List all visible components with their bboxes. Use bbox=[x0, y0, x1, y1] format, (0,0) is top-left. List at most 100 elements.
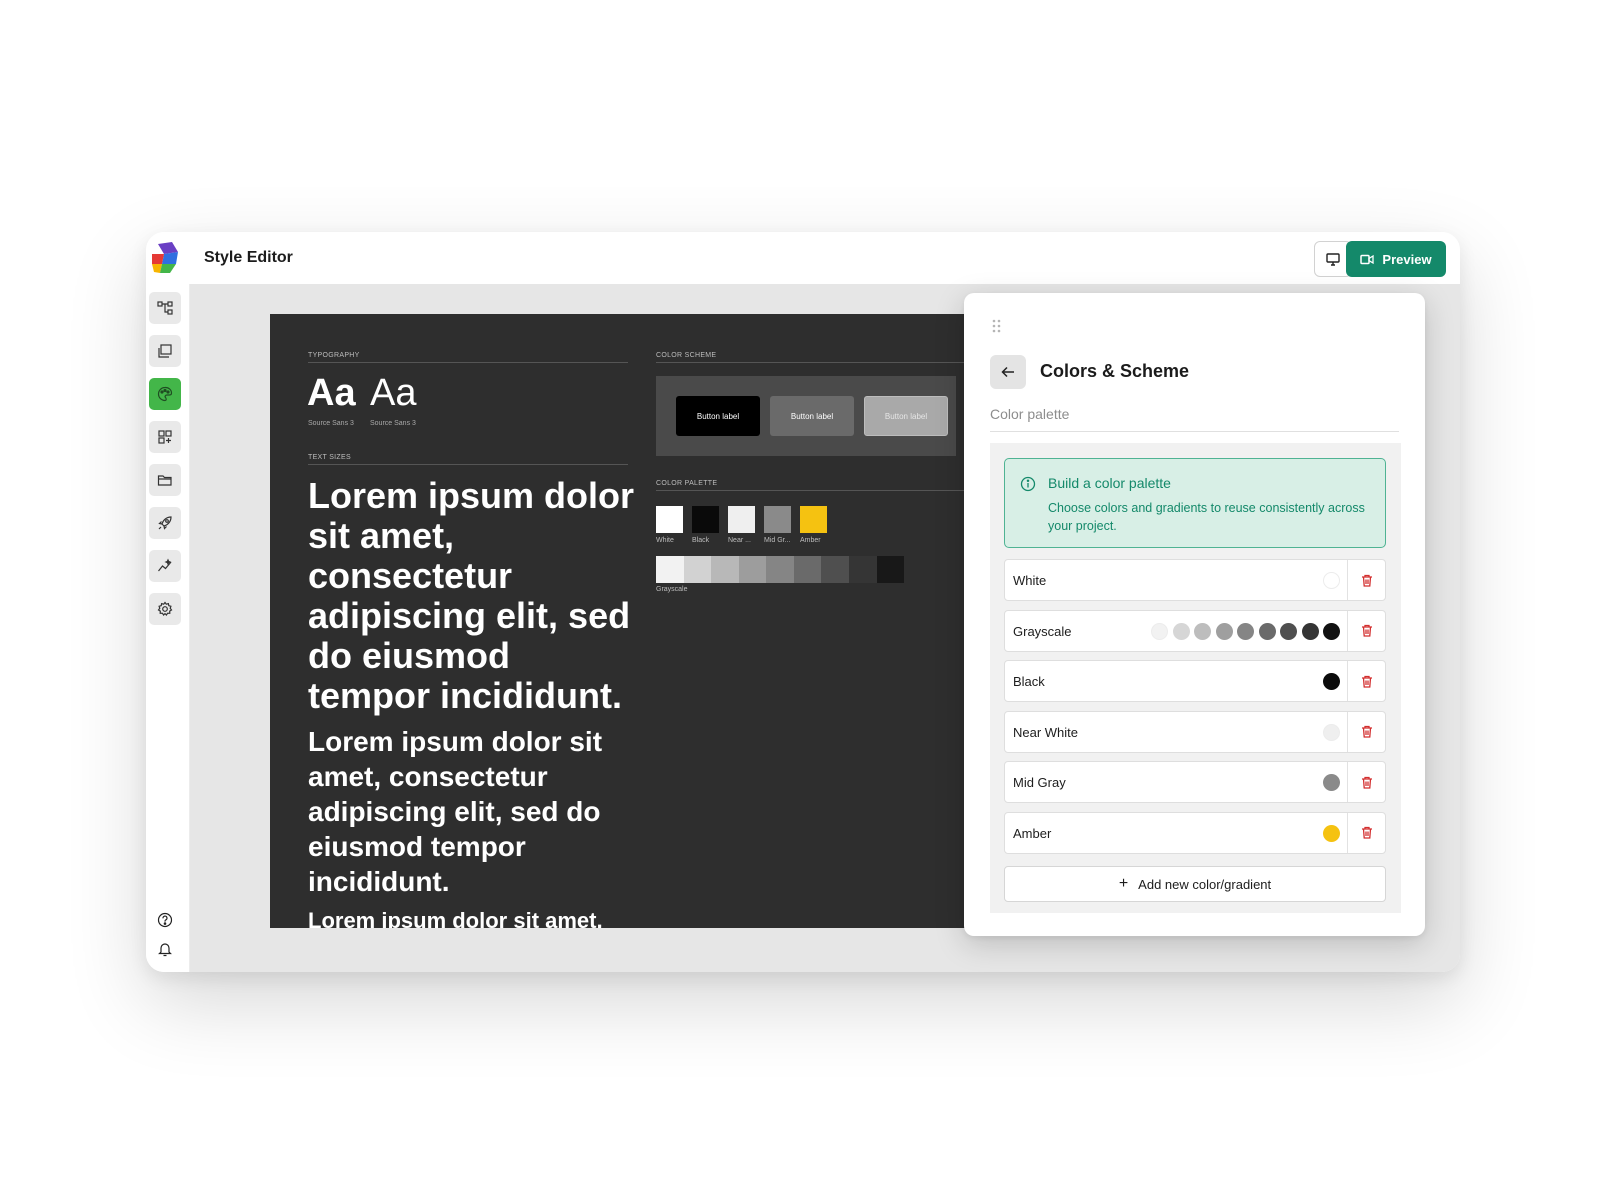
divider bbox=[308, 362, 628, 363]
folder-icon bbox=[157, 475, 172, 486]
divider bbox=[656, 362, 970, 363]
back-button[interactable] bbox=[990, 355, 1026, 389]
color-scheme-label: COLOR SCHEME bbox=[656, 352, 717, 359]
settings-button[interactable] bbox=[149, 593, 181, 625]
grayscale-step bbox=[793, 556, 822, 583]
color-row[interactable]: White bbox=[1004, 559, 1386, 601]
grayscale-step bbox=[848, 556, 877, 583]
analytics-icon bbox=[158, 558, 172, 572]
color-swatch-dot bbox=[1258, 622, 1276, 640]
swatch-caption: Near ... bbox=[728, 537, 751, 544]
notifications-button[interactable] bbox=[155, 939, 175, 959]
delete-color-button[interactable] bbox=[1347, 661, 1385, 701]
drag-handle-icon[interactable] bbox=[992, 319, 1002, 333]
palette-swatch[interactable] bbox=[728, 506, 755, 533]
swatch-caption: White bbox=[656, 537, 674, 544]
colors-panel: Colors & Scheme Color palette Build a co… bbox=[964, 293, 1425, 936]
divider bbox=[656, 490, 970, 491]
grayscale-step bbox=[683, 556, 712, 583]
color-swatch-dot bbox=[1323, 673, 1340, 690]
color-row[interactable]: Black bbox=[1004, 660, 1386, 702]
pages-button[interactable] bbox=[149, 335, 181, 367]
typography-label: TYPOGRAPHY bbox=[308, 352, 360, 359]
color-name: Grayscale bbox=[1013, 623, 1072, 639]
delete-color-button[interactable] bbox=[1347, 812, 1385, 853]
color-scheme-preview[interactable]: Button label Button label Button label bbox=[656, 376, 956, 456]
info-text: Choose colors and gradients to reuse con… bbox=[1048, 501, 1365, 533]
scheme-button-tertiary[interactable]: Button label bbox=[864, 396, 948, 436]
sitemap-button[interactable] bbox=[149, 292, 181, 324]
add-color-button[interactable]: + Add new color/gradient bbox=[1004, 866, 1386, 902]
publish-button[interactable] bbox=[149, 507, 181, 539]
grayscale-step bbox=[711, 556, 739, 583]
text-size-sample-lg[interactable]: Lorem ipsum dolor sit amet, consectetur … bbox=[308, 724, 628, 899]
app-logo-icon[interactable] bbox=[150, 242, 180, 274]
delete-color-button[interactable] bbox=[1347, 560, 1385, 600]
color-row[interactable]: Near White bbox=[1004, 710, 1386, 753]
scheme-button-primary[interactable]: Button label bbox=[676, 396, 760, 436]
delete-color-button[interactable] bbox=[1347, 762, 1385, 802]
color-name: Mid Gray bbox=[1013, 775, 1066, 790]
palette-swatch[interactable] bbox=[800, 506, 827, 533]
analytics-button[interactable] bbox=[149, 550, 181, 582]
font-name-body: Source Sans 3 bbox=[370, 420, 416, 427]
text-sizes-label: TEXT SIZES bbox=[308, 454, 351, 461]
grayscale-step bbox=[738, 556, 767, 583]
color-swatch-dot bbox=[1151, 622, 1168, 640]
preview-label: Preview bbox=[1382, 251, 1432, 267]
color-row[interactable]: Grayscale bbox=[1004, 609, 1386, 652]
top-bar: Style Editor Preview bbox=[146, 232, 1460, 284]
help-icon bbox=[157, 912, 173, 928]
font-sample-body[interactable]: Aa bbox=[370, 372, 416, 415]
rocket-icon bbox=[158, 516, 172, 530]
grayscale-strip[interactable] bbox=[656, 556, 905, 583]
color-swatch-dot bbox=[1323, 824, 1340, 842]
trash-icon bbox=[1361, 574, 1372, 587]
bell-icon bbox=[158, 943, 172, 957]
scheme-button-secondary[interactable]: Button label bbox=[770, 396, 854, 436]
color-name: Near White bbox=[1013, 724, 1079, 740]
info-icon bbox=[1020, 476, 1036, 492]
help-button[interactable] bbox=[155, 910, 175, 930]
widgets-icon bbox=[158, 430, 172, 444]
info-callout: Build a color palette Choose colors and … bbox=[1004, 458, 1386, 548]
font-name-heading: Source Sans 3 bbox=[308, 420, 354, 427]
arrow-left-icon bbox=[1001, 366, 1014, 378]
color-swatch-dot bbox=[1323, 774, 1340, 791]
panel-title: Colors & Scheme bbox=[1040, 361, 1190, 381]
grayscale-caption: Grayscale bbox=[656, 586, 688, 593]
add-color-label: Add new color/gradient bbox=[1138, 876, 1272, 892]
divider bbox=[990, 431, 1399, 432]
preview-button[interactable]: Preview bbox=[1346, 241, 1446, 277]
files-button[interactable] bbox=[149, 464, 181, 496]
style-guide-document: TYPOGRAPHY Aa Aa Source Sans 3 Source Sa… bbox=[270, 314, 970, 928]
widgets-button[interactable] bbox=[149, 421, 181, 453]
color-swatch-dot bbox=[1215, 622, 1233, 640]
swatch-caption: Black bbox=[692, 537, 710, 544]
text-size-sample-xl[interactable]: Lorem ipsum dolor sit amet, consectetur … bbox=[308, 476, 638, 716]
delete-color-button[interactable] bbox=[1347, 610, 1385, 651]
color-row[interactable]: Mid Gray bbox=[1004, 761, 1386, 803]
desktop-icon bbox=[1326, 252, 1340, 266]
palette-swatch[interactable] bbox=[692, 506, 719, 533]
color-swatch-dot bbox=[1172, 622, 1190, 640]
color-name: White bbox=[1013, 573, 1047, 588]
color-swatch-dot bbox=[1323, 622, 1340, 640]
divider bbox=[308, 464, 628, 465]
video-icon bbox=[1360, 254, 1375, 264]
text-size-sample-md[interactable]: Lorem ipsum dolor sit amet, bbox=[308, 908, 638, 928]
swatch-caption: Amber bbox=[800, 537, 821, 544]
font-sample-heading[interactable]: Aa bbox=[307, 372, 356, 415]
color-swatch-dot bbox=[1301, 622, 1319, 640]
trash-icon bbox=[1361, 624, 1372, 637]
palette-swatch[interactable] bbox=[656, 506, 683, 533]
sitemap-icon bbox=[157, 301, 173, 315]
styles-button[interactable] bbox=[149, 378, 181, 410]
sidebar-rail bbox=[146, 284, 190, 972]
palette-icon bbox=[157, 386, 173, 402]
palette-swatch[interactable] bbox=[764, 506, 791, 533]
color-row[interactable]: Amber bbox=[1004, 811, 1386, 854]
trash-icon bbox=[1361, 725, 1372, 738]
color-swatch-dot bbox=[1237, 622, 1254, 640]
delete-color-button[interactable] bbox=[1347, 711, 1385, 752]
